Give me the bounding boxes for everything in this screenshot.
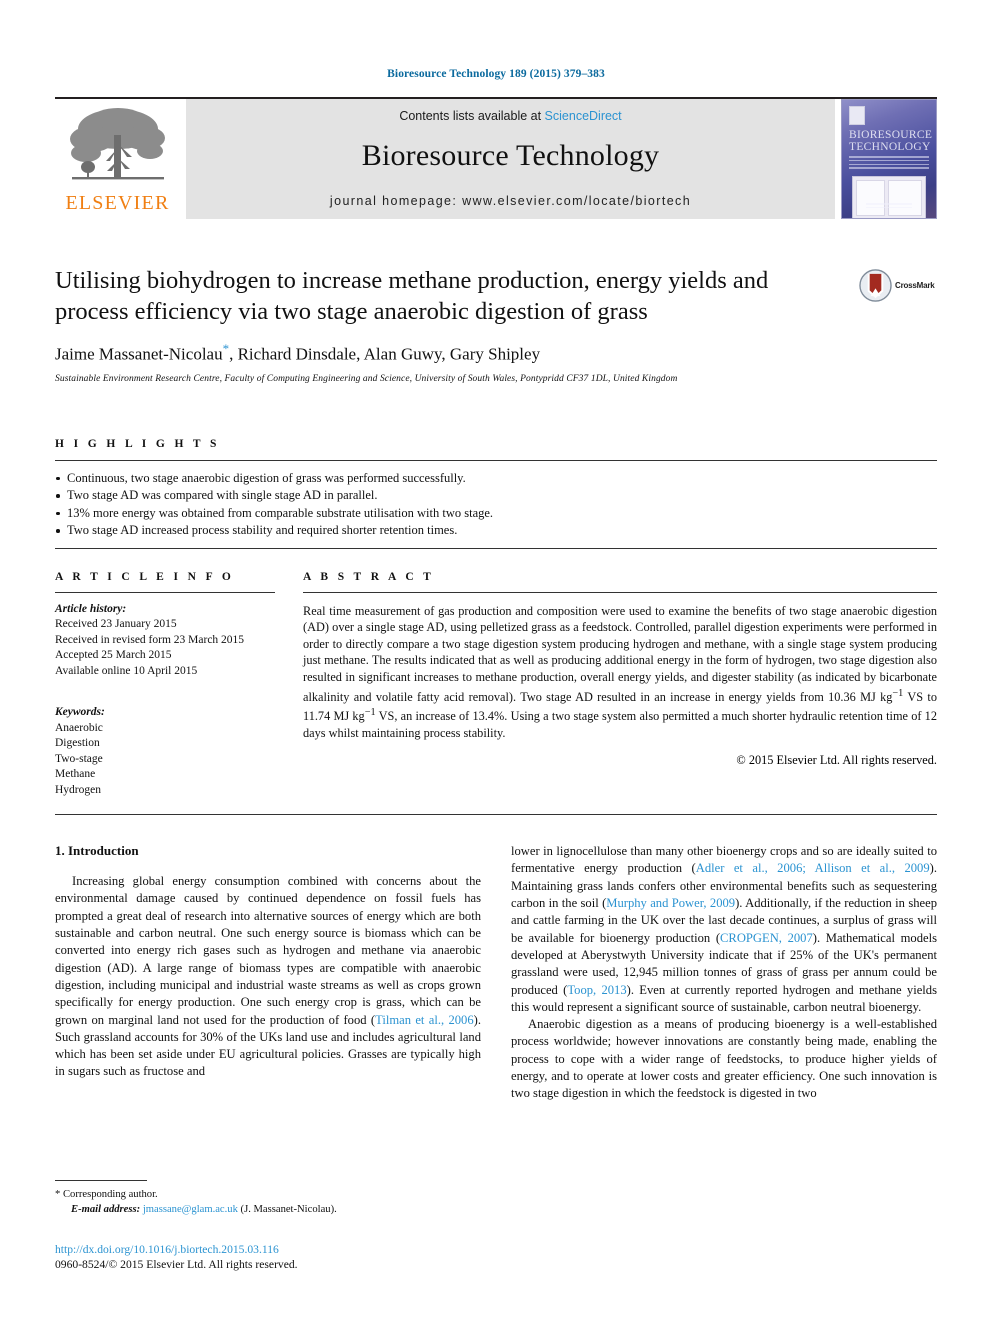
journal-band: Contents lists available at ScienceDirec… — [186, 99, 835, 219]
abstract-section-rule — [55, 814, 937, 816]
list-item: Two stage AD was compared with single st… — [55, 487, 937, 505]
footnote-marker: * — [55, 1189, 61, 1200]
footnote-rule — [55, 1180, 147, 1181]
cover-title: BIORESOURCE TECHNOLOGY — [849, 129, 933, 153]
keyword-item: Hydrogen — [55, 783, 101, 796]
citation-link-adler-allison[interactable]: Adler et al., 2006; Allison et al., 2009 — [696, 861, 930, 875]
doi-link[interactable]: http://dx.doi.org/10.1016/j.biortech.201… — [55, 1242, 475, 1257]
abstract-part-3: VS, an increase of 13.4%. Using a two st… — [303, 709, 937, 740]
article-info-column: A R T I C L E I N F O Article history: R… — [55, 571, 293, 799]
article-history-label: Article history: — [55, 602, 127, 615]
intro-left-text-1: Increasing global energy consumption com… — [55, 874, 481, 1027]
email-label: E-mail address: — [71, 1203, 141, 1215]
body-column-left: 1. Introduction Increasing global energy… — [55, 843, 481, 1102]
journal-title: Bioresource Technology — [361, 139, 660, 172]
crossmark-icon — [859, 269, 892, 302]
history-item: Received in revised form 23 March 2015 — [55, 633, 245, 646]
highlights-list: Continuous, two stage anaerobic digestio… — [55, 461, 937, 548]
footnote-block: * Corresponding author. E-mail address: … — [55, 1180, 467, 1217]
citation-link-murphy-power[interactable]: Murphy and Power, 2009 — [606, 896, 735, 910]
highlights-heading: H I G H L I G H T S — [55, 437, 220, 450]
citation-link-cropgen[interactable]: CROPGEN, 2007 — [720, 931, 813, 945]
cover-publisher-logo-icon — [849, 106, 865, 125]
sciencedirect-link[interactable]: ScienceDirect — [545, 109, 622, 123]
crossmark-badge[interactable]: CrossMark — [859, 265, 937, 302]
authors-remaining: , Richard Dinsdale, Alan Guwy, Gary Ship… — [229, 344, 541, 364]
highlights-rule-bottom — [55, 547, 937, 549]
author-list: Jaime Massanet-Nicolau*, Richard Dinsdal… — [55, 341, 937, 365]
list-item: 13% more energy was obtained from compar… — [55, 505, 937, 523]
crossmark-label: CrossMark — [895, 281, 935, 290]
journal-masthead: ELSEVIER Contents lists available at Sci… — [55, 97, 937, 219]
article-page: Bioresource Technology 189 (2015) 379–38… — [0, 0, 992, 1323]
keywords-label: Keywords: — [55, 706, 105, 719]
page-title: Utilising biohydrogen to increase methan… — [55, 267, 769, 325]
corresponding-author-note: * Corresponding author. — [55, 1188, 467, 1203]
intro-paragraph-right-1: lower in lignocellulose than many other … — [511, 843, 937, 1016]
cover-footer-lines — [842, 201, 936, 210]
cover-figure — [852, 176, 926, 218]
list-item: Two stage AD increased process stability… — [55, 522, 937, 540]
article-info-heading: A R T I C L E I N F O — [55, 570, 235, 583]
citation-link-toop[interactable]: Toop, 2013 — [567, 983, 626, 997]
intro-paragraph-left: Increasing global energy consumption com… — [55, 873, 481, 1081]
author-first: Jaime Massanet-Nicolau — [55, 344, 223, 364]
running-head: Bioresource Technology 189 (2015) 379–38… — [387, 68, 605, 80]
article-history: Article history: Received 23 January 201… — [55, 593, 275, 680]
elsevier-wordmark: ELSEVIER — [65, 192, 170, 214]
corresponding-author-label: Corresponding author. — [62, 1189, 158, 1200]
abstract-superscript-2: −1 — [364, 707, 376, 719]
journal-cover-thumbnail: BIORESOURCE TECHNOLOGY — [841, 99, 937, 219]
keywords-block: Keywords: Anaerobic Digestion Two-stage … — [55, 696, 275, 798]
cover-title-line2: TECHNOLOGY — [849, 141, 931, 153]
abstract-part-1: Real time measurement of gas production … — [303, 603, 937, 704]
contents-available-line: Contents lists available at ScienceDirec… — [399, 109, 621, 123]
keyword-item: Anaerobic — [55, 721, 103, 734]
list-item: Continuous, two stage anaerobic digestio… — [55, 470, 937, 488]
abstract-copyright: © 2015 Elsevier Ltd. All rights reserved… — [736, 752, 937, 767]
history-item: Received 23 January 2015 — [55, 618, 177, 631]
body-columns: 1. Introduction Increasing global energy… — [55, 843, 937, 1102]
keyword-item: Methane — [55, 768, 96, 781]
body-column-right: lower in lignocellulose than many other … — [511, 843, 937, 1102]
abstract-column: A B S T R A C T Real time measurement of… — [293, 571, 937, 799]
section-heading-introduction: 1. Introduction — [55, 843, 139, 859]
contents-prefix: Contents lists available at — [399, 109, 545, 123]
history-item: Available online 10 April 2015 — [55, 664, 198, 677]
email-link[interactable]: jmassane@glam.ac.uk — [143, 1204, 238, 1215]
citation-link-tilman[interactable]: Tilman et al., 2006 — [375, 1013, 474, 1027]
affiliation: Sustainable Environment Research Centre,… — [55, 373, 678, 384]
abstract-heading: A B S T R A C T — [303, 570, 435, 583]
cover-title-line1: BIORESOURCE — [849, 129, 933, 141]
intro-paragraph-right-2: Anaerobic digestion as a means of produc… — [511, 1017, 937, 1101]
email-note: E-mail address: jmassane@glam.ac.uk (J. … — [55, 1203, 467, 1218]
abstract-text: Real time measurement of gas production … — [303, 593, 937, 742]
cover-subtitle-lines — [849, 156, 929, 170]
info-abstract-section: A R T I C L E I N F O Article history: R… — [55, 571, 937, 799]
elsevier-tree-icon — [69, 108, 165, 180]
title-block: Utilising biohydrogen to increase methan… — [55, 265, 937, 327]
keyword-item: Two-stage — [55, 752, 103, 765]
abstract-superscript-1: −1 — [892, 687, 904, 699]
journal-homepage-link[interactable]: journal homepage: www.elsevier.com/locat… — [330, 194, 691, 208]
history-item: Accepted 25 March 2015 — [55, 649, 172, 662]
keyword-item: Digestion — [55, 737, 100, 750]
email-owner: (J. Massanet-Nicolau). — [240, 1203, 337, 1215]
doi-block: http://dx.doi.org/10.1016/j.biortech.201… — [55, 1242, 475, 1272]
elsevier-logo: ELSEVIER — [55, 99, 180, 219]
issn-copyright: 0960-8524/© 2015 Elsevier Ltd. All right… — [55, 1258, 298, 1271]
highlights-section: H I G H L I G H T S Continuous, two stag… — [55, 438, 937, 549]
